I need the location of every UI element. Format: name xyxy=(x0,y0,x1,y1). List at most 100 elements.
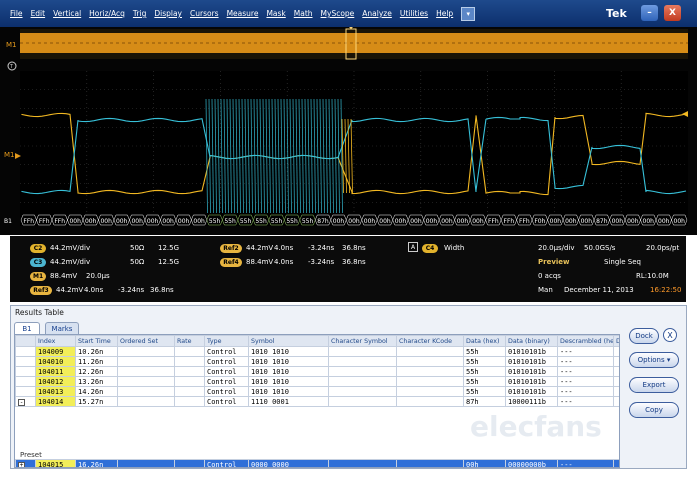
bus-symbol-label: 00h xyxy=(131,218,143,225)
menu-measure[interactable]: Measure xyxy=(227,9,259,18)
cell-character-symbol xyxy=(328,356,397,367)
expand-icon[interactable]: + xyxy=(18,461,25,467)
cell-d xyxy=(613,386,619,397)
ref4-time: 4.0ns xyxy=(274,258,294,266)
cell-rate xyxy=(174,396,205,407)
results-title: Results Table xyxy=(15,308,64,317)
menu-display[interactable]: Display xyxy=(154,9,182,18)
col-index[interactable]: Index xyxy=(35,335,76,347)
cell-character-kcode xyxy=(396,376,464,387)
menu-mask[interactable]: Mask xyxy=(266,9,285,18)
bus-symbol-label: 00h xyxy=(178,218,190,225)
results-close-button[interactable]: X xyxy=(663,328,677,342)
col-character-kcode[interactable]: Character KCode xyxy=(396,335,464,347)
col-rate[interactable]: Rate xyxy=(174,335,205,347)
m1-scale: 88.4mV xyxy=(50,272,78,280)
bus-symbol-label: 00h xyxy=(472,218,484,225)
col-descrambled-hex[interactable]: Descrambled (hex) xyxy=(557,335,614,347)
ref4-badge[interactable]: Ref4 xyxy=(220,258,242,267)
cell-start-time: 11.26n xyxy=(75,356,118,367)
ref2-scale: 44.2mV xyxy=(246,244,274,252)
menu-analyze[interactable]: Analyze xyxy=(362,9,392,18)
minimize-button[interactable]: – xyxy=(641,5,658,21)
table-row[interactable]: 104013 14.26n Control 1010 1010 55h 01010101b… xyxy=(15,386,619,397)
table-row[interactable]: - 104014 15.27n Control 1110 0001 87h 10000111… xyxy=(15,396,619,407)
cell-rate xyxy=(174,376,205,387)
table-row[interactable]: 104009 10.26n Control 1010 1010 55h 01010101b… xyxy=(15,346,619,357)
menu-trig[interactable]: Trig xyxy=(133,9,146,18)
col-data-hex[interactable]: Data (hex) xyxy=(463,335,506,347)
resolution: 20.0ps/pt xyxy=(646,244,680,252)
menu-edit[interactable]: Edit xyxy=(31,9,46,18)
cell-start-time: 12.26n xyxy=(75,366,118,377)
bus-symbol-label: 55h xyxy=(224,218,236,225)
menu-cursors[interactable]: Cursors xyxy=(190,9,219,18)
copy-button[interactable]: Copy xyxy=(629,402,679,418)
bus-symbol-label: FFh xyxy=(519,218,530,225)
menu-vertical[interactable]: Vertical xyxy=(53,9,81,18)
bus-symbol-label: 55h xyxy=(240,218,252,225)
options-button[interactable]: Options ▾ xyxy=(629,352,679,368)
cell-start-time: 15.27n xyxy=(75,396,118,407)
cell-data-binary: 10000111b xyxy=(505,396,558,407)
ch2-bandwidth: 12.5G xyxy=(158,244,180,252)
cell-character-symbol xyxy=(328,396,397,407)
table-row[interactable]: 104011 12.26n Control 1010 1010 55h 01010101b… xyxy=(15,366,619,377)
m1-badge[interactable]: M1 xyxy=(30,272,46,281)
cell-start-time: 10.26n xyxy=(75,346,118,357)
ch2-badge[interactable]: C2 xyxy=(30,244,46,253)
bus-symbol-label: 00h xyxy=(333,218,345,225)
ref2-badge[interactable]: Ref2 xyxy=(220,244,242,253)
cell-ordered-set xyxy=(117,459,175,467)
col-ordered-set[interactable]: Ordered Set xyxy=(117,335,175,347)
menu-myscope[interactable]: MyScope xyxy=(321,9,355,18)
results-table: Index Start Time Ordered Set Rate Type S… xyxy=(15,335,619,407)
cell-start-time: 14.26n xyxy=(75,386,118,397)
waveform-display[interactable]: M1 T M1 FFh FFh FFh 00h 00h 00h 00h 00h 00h 00h 00… xyxy=(0,27,697,235)
collapse-icon[interactable]: - xyxy=(18,398,25,406)
ref3-scale: 44.2mV xyxy=(56,286,84,294)
ref3-badge[interactable]: Ref3 xyxy=(30,286,52,295)
bus-symbol-label: 00h xyxy=(116,218,128,225)
cell-data-hex: 55h xyxy=(463,366,506,377)
cell-data-hex: 55h xyxy=(463,386,506,397)
col-character-symbol[interactable]: Character Symbol xyxy=(328,335,397,347)
waveform-canvas: M1 T M1 FFh FFh FFh 00h 00h 00h 00h 00h 00h 00h 00… xyxy=(4,27,688,226)
menu-horiz-acq[interactable]: Horiz/Acq xyxy=(89,9,125,18)
col-start-time[interactable]: Start Time xyxy=(75,335,118,347)
cell-data-binary: 01010101b xyxy=(505,366,558,377)
menu-dropdown-icon[interactable]: ▾ xyxy=(461,6,476,21)
results-grid[interactable]: Index Start Time Ordered Set Rate Type S… xyxy=(14,334,620,468)
cell-descrambled: --- xyxy=(557,396,614,407)
cell-d xyxy=(613,459,619,467)
cell-symbol: 1010 1010 xyxy=(248,356,329,367)
trigger-channel-badge[interactable]: C4 xyxy=(422,244,438,253)
cell-character-symbol xyxy=(328,376,397,387)
col-symbol[interactable]: Symbol xyxy=(248,335,329,347)
close-window-button[interactable]: X xyxy=(664,5,681,21)
preset-label: Preset xyxy=(20,451,42,459)
col-d[interactable]: D xyxy=(613,335,619,347)
menu-bar: File Edit Vertical Horiz/Acq Trig Displa… xyxy=(0,0,697,27)
cell-data-hex: 55h xyxy=(463,376,506,387)
table-row[interactable]: 104010 11.26n Control 1010 1010 55h 01010101b… xyxy=(15,356,619,367)
bus-symbol-label: FFh xyxy=(23,218,34,225)
cell-symbol: 0000 0000 xyxy=(248,459,329,467)
table-row[interactable]: 104012 13.26n Control 1010 1010 55h 01010101b… xyxy=(15,376,619,387)
dock-button[interactable]: Dock xyxy=(629,328,659,344)
bus-symbol-label: 00h xyxy=(395,218,407,225)
col-data-binary[interactable]: Data (binary) xyxy=(505,335,558,347)
bus-symbol-label: 00h xyxy=(69,218,81,225)
ref3-width: 36.8ns xyxy=(150,286,174,294)
menu-file[interactable]: File xyxy=(10,9,23,18)
selected-table-row[interactable]: + 104015 16.26n Control 0000 0000 00h 00… xyxy=(15,459,619,467)
menu-help[interactable]: Help xyxy=(436,9,453,18)
trigger-icon[interactable]: A xyxy=(408,242,418,252)
col-type[interactable]: Type xyxy=(204,335,249,347)
export-button[interactable]: Export xyxy=(629,377,679,393)
cell-symbol: 1010 1010 xyxy=(248,366,329,377)
menu-math[interactable]: Math xyxy=(294,9,313,18)
ch3-badge[interactable]: C3 xyxy=(30,258,46,267)
row-expander[interactable]: + xyxy=(15,459,36,467)
menu-utilities[interactable]: Utilities xyxy=(400,9,428,18)
